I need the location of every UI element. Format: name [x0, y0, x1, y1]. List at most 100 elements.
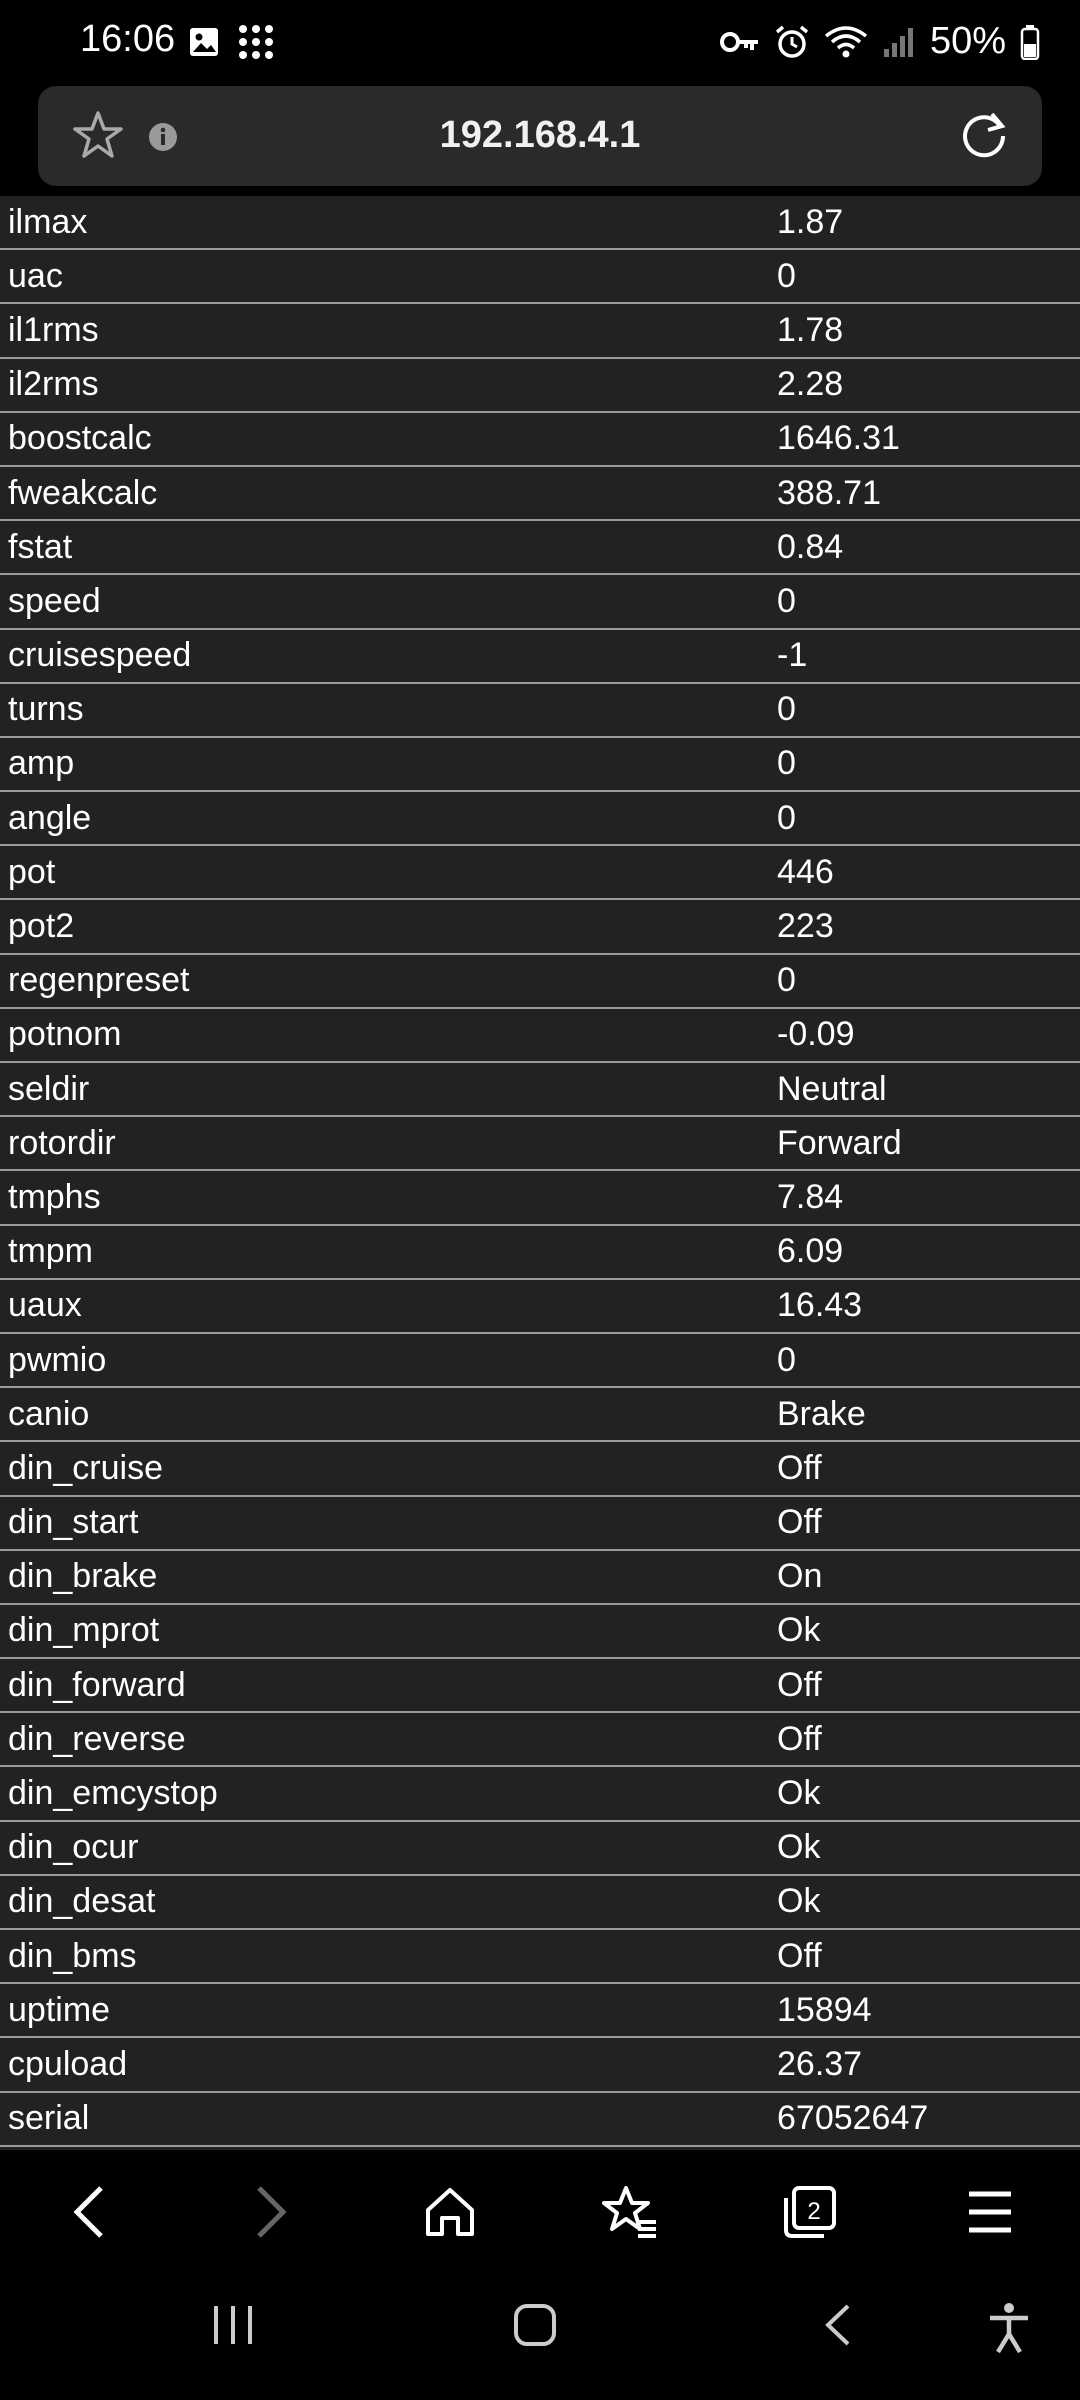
- table-row: din_forward Off: [0, 1658, 1080, 1714]
- table-row: din_desat Ok: [0, 1874, 1080, 1931]
- table-row: canio Brake: [0, 1387, 1080, 1443]
- row-key: uaux: [0, 1278, 771, 1334]
- battery-icon: [1020, 24, 1040, 60]
- row-value: 1646.31: [771, 411, 1080, 467]
- menu-icon[interactable]: [945, 2167, 1035, 2257]
- apps-grid-icon: [236, 22, 276, 62]
- table-row: pwmio 0: [0, 1332, 1080, 1389]
- row-value: Ok: [771, 1603, 1080, 1660]
- row-value: -1: [771, 628, 1080, 684]
- row-value: 223: [771, 899, 1080, 955]
- row-value: -0.09: [771, 1007, 1080, 1064]
- row-key: angle: [0, 791, 771, 847]
- row-key: rotordir: [0, 1116, 771, 1172]
- row-value: 16.43: [771, 1278, 1080, 1334]
- table-row: boostcalc 1646.31: [0, 411, 1080, 467]
- table-row: fstat 0.84: [0, 520, 1080, 576]
- table-row: din_reverse Off: [0, 1712, 1080, 1768]
- signal-icon: [882, 25, 916, 59]
- row-key: fstat: [0, 520, 771, 576]
- table-row: tmpm 6.09: [0, 1224, 1080, 1280]
- row-value: 0: [771, 1332, 1080, 1389]
- table-row: pot2 223: [0, 899, 1080, 955]
- accessibility-icon[interactable]: [986, 2302, 1032, 2354]
- url-bar[interactable]: 192.168.4.1: [38, 86, 1042, 186]
- table-row: rotordir Forward: [0, 1116, 1080, 1172]
- row-key: il2rms: [0, 357, 771, 413]
- recents-icon[interactable]: [210, 2302, 256, 2348]
- table-row: cpuload 26.37: [0, 2037, 1080, 2093]
- row-key: amp: [0, 736, 771, 793]
- table-row: pot 446: [0, 845, 1080, 901]
- back-icon[interactable]: [45, 2167, 135, 2257]
- table-row: il2rms 2.28: [0, 357, 1080, 413]
- row-key: il1rms: [0, 303, 771, 359]
- status-time: 16:06: [80, 18, 176, 60]
- row-key: cpuload: [0, 2037, 771, 2093]
- tabs-count: 2: [807, 2198, 820, 2225]
- row-key: potnom: [0, 1007, 771, 1064]
- table-row: serial 67052647: [0, 2091, 1080, 2147]
- row-key: din_desat: [0, 1874, 771, 1931]
- row-value: On: [771, 1549, 1080, 1605]
- back-nav-icon[interactable]: [818, 2302, 858, 2348]
- row-key: din_start: [0, 1495, 771, 1551]
- row-value: Off: [771, 1495, 1080, 1551]
- row-value: 2.28: [771, 357, 1080, 413]
- page-content: ilmax 1.87 uac 0 il1rms 1.78 il2rms 2.28 boostca…: [0, 196, 1080, 2150]
- home-icon[interactable]: [405, 2167, 495, 2257]
- forward-icon[interactable]: [225, 2167, 315, 2257]
- row-value: 0: [771, 574, 1080, 630]
- vpn-key-icon: [719, 28, 760, 56]
- row-value: Ok: [771, 1820, 1080, 1876]
- table-row: cruisespeed -1: [0, 628, 1080, 684]
- table-row: turns 0: [0, 682, 1080, 738]
- table-row: speed 0: [0, 574, 1080, 630]
- row-key: din_ocur: [0, 1820, 771, 1876]
- wifi-icon: [824, 24, 868, 60]
- row-key: din_bms: [0, 1929, 771, 1985]
- row-value: 0: [771, 249, 1080, 305]
- table-row: seldir Neutral: [0, 1062, 1080, 1118]
- battery-percent: 50%: [929, 20, 1006, 62]
- parameter-table: ilmax 1.87 uac 0 il1rms 1.78 il2rms 2.28 boostca…: [0, 196, 1080, 2147]
- row-value: 0: [771, 682, 1080, 738]
- table-row: amp 0: [0, 736, 1080, 793]
- row-value: 0: [771, 736, 1080, 793]
- table-row: regenpreset 0: [0, 953, 1080, 1009]
- row-value: 0.84: [771, 520, 1080, 576]
- url-text[interactable]: 192.168.4.1: [38, 114, 1042, 157]
- row-value: 1.78: [771, 303, 1080, 359]
- bookmarks-icon[interactable]: [585, 2167, 675, 2257]
- row-value: 0: [771, 953, 1080, 1009]
- system-nav-bar: [0, 2274, 1080, 2400]
- status-bar: 16:06 50%: [0, 0, 1080, 86]
- browser-toolbar: 2: [0, 2150, 1080, 2274]
- home-button-icon[interactable]: [512, 2302, 558, 2348]
- table-row: din_brake On: [0, 1549, 1080, 1605]
- row-key: boostcalc: [0, 411, 771, 467]
- row-key: turns: [0, 682, 771, 738]
- reload-icon[interactable]: [956, 108, 1012, 164]
- row-key: din_reverse: [0, 1712, 771, 1768]
- row-value: Off: [771, 1441, 1080, 1497]
- row-key: fweakcalc: [0, 465, 771, 522]
- tabs-icon[interactable]: 2: [765, 2167, 855, 2257]
- row-key: pot: [0, 845, 771, 901]
- table-row: din_mprot Ok: [0, 1603, 1080, 1660]
- table-row: din_ocur Ok: [0, 1820, 1080, 1876]
- row-key: canio: [0, 1387, 771, 1443]
- url-bar-container: 192.168.4.1: [0, 86, 1080, 196]
- row-value: Forward: [771, 1116, 1080, 1172]
- row-value: 67052647: [771, 2091, 1080, 2147]
- row-key: din_forward: [0, 1658, 771, 1714]
- alarm-icon: [774, 24, 810, 60]
- row-key: pot2: [0, 899, 771, 955]
- table-row: potnom -0.09: [0, 1007, 1080, 1064]
- row-value: 1.87: [771, 196, 1080, 251]
- table-row: din_bms Off: [0, 1929, 1080, 1985]
- row-key: uac: [0, 249, 771, 305]
- row-key: din_emcystop: [0, 1766, 771, 1822]
- table-row: angle 0: [0, 791, 1080, 847]
- row-value: 26.37: [771, 2037, 1080, 2093]
